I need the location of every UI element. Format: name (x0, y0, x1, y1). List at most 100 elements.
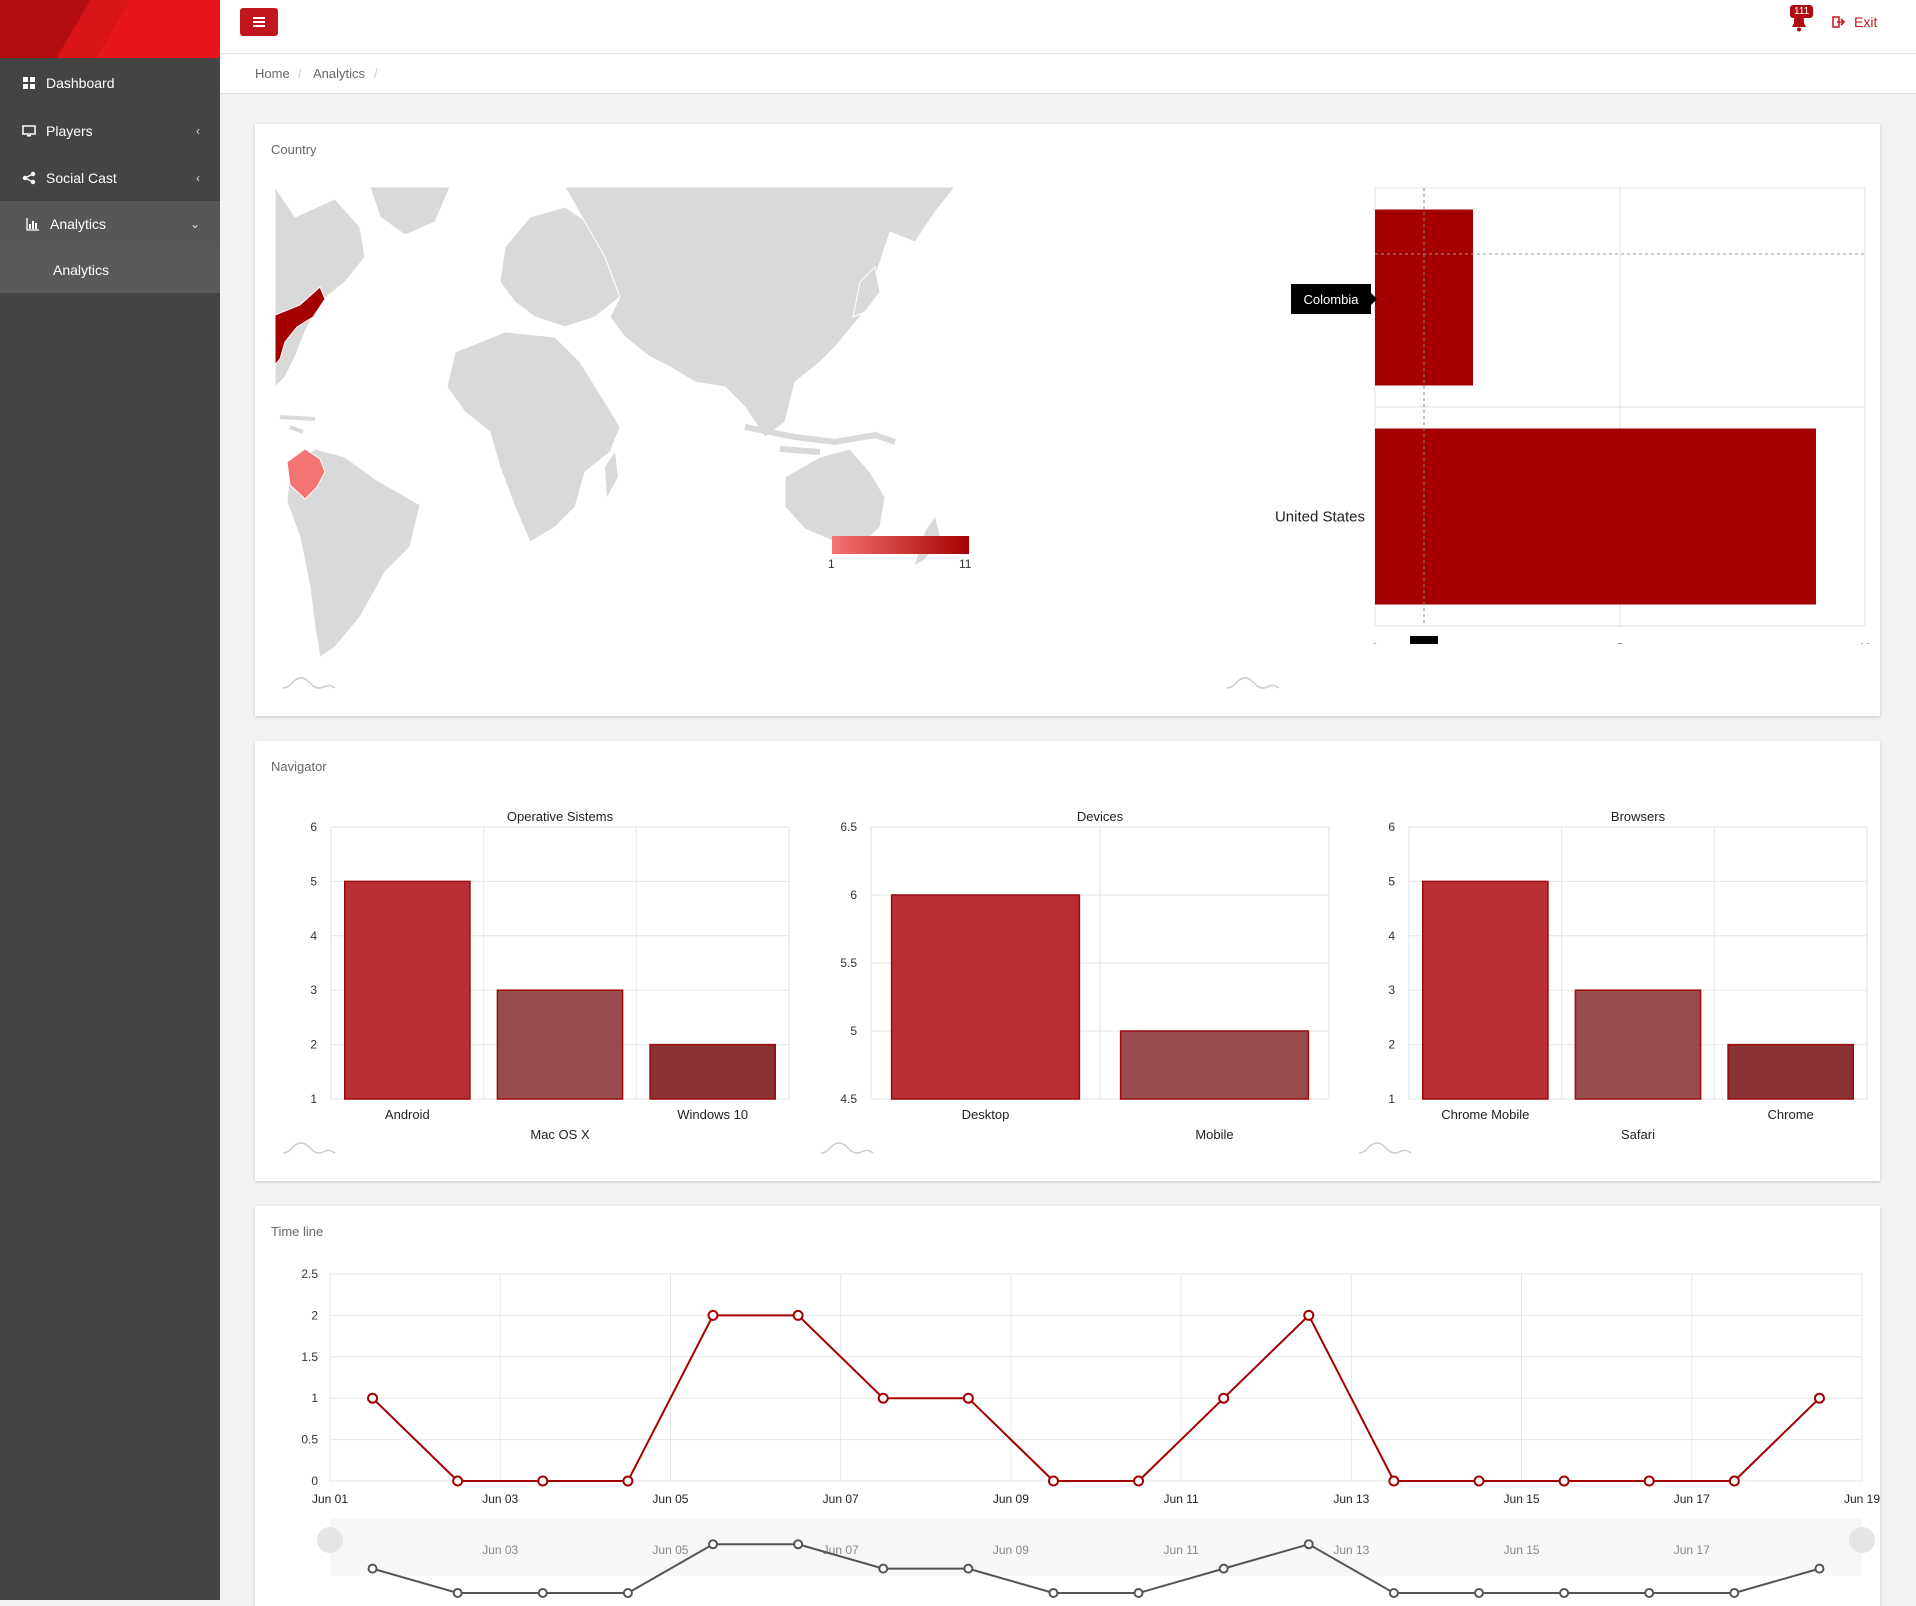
bar-mac-os-x (496, 989, 624, 1100)
sidebar-item-analytics[interactable]: Analytics ⌄ (0, 201, 220, 247)
bar-united-states (1375, 428, 1816, 605)
browsers-bar-chart[interactable]: Browsers 1 2 3 4 5 6 Chrome Mobile Safari Chrome (1353, 809, 1883, 1169)
tick-label: 4 (1388, 929, 1395, 943)
tick-label: 4 (310, 929, 317, 943)
country-panel: Country 1 11 United States Colombia (255, 124, 1880, 716)
exit-button[interactable]: Exit (1832, 14, 1877, 30)
data-point (707, 1309, 719, 1321)
chevron-down-icon: ⌄ (189, 217, 200, 231)
sidebar-item-dashboard[interactable]: Dashboard (0, 60, 220, 106)
data-point (1558, 1475, 1570, 1487)
data-point (792, 1309, 804, 1321)
category-label: Desktop (962, 1107, 1010, 1122)
tick-label: Jun 17 (1674, 1492, 1710, 1506)
navigator-point (1218, 1563, 1229, 1574)
data-point (962, 1392, 974, 1404)
bar-android (343, 880, 471, 1100)
tick-label: 2.5 (301, 1267, 318, 1281)
data-point (367, 1392, 379, 1404)
category-label: Windows 10 (677, 1107, 748, 1122)
legend-min-label: 1 (828, 557, 835, 571)
breadcrumb-home[interactable]: Home (255, 66, 290, 81)
tick-label: 1.5 (301, 1350, 318, 1364)
tick-label: 2 (1388, 1038, 1395, 1052)
navigator-tick-label: Jun 07 (823, 1543, 859, 1557)
sidebar-subitem-label: Analytics (53, 262, 110, 278)
navigator-point (452, 1588, 463, 1598)
category-label: Mobile (1195, 1127, 1233, 1142)
dashboard-icon (23, 77, 35, 89)
navigator-point (367, 1563, 378, 1574)
data-point (1728, 1475, 1740, 1487)
navigator-area (330, 1518, 1862, 1576)
tick-label: Jun 01 (312, 1492, 348, 1506)
data-point (877, 1392, 889, 1404)
share-icon (22, 171, 36, 185)
data-point (1473, 1475, 1485, 1487)
breadcrumb-separator: / (298, 66, 302, 81)
sidebar: Dashboard Players ‹ Social Cast ‹ Analyt… (0, 0, 220, 1600)
navigator-point (1729, 1588, 1740, 1598)
data-point (1218, 1392, 1230, 1404)
data-point (452, 1475, 464, 1487)
tick-label: 5 (850, 1024, 857, 1038)
data-point (1133, 1475, 1145, 1487)
breadcrumb-separator: / (374, 66, 378, 81)
tick-label: 5 (1617, 641, 1624, 644)
timeline-line-chart[interactable]: 0 0.5 1 1.5 2 2.5 Jun 01 Jun 03 Jun 05 Jun 07 Jun … (275, 1256, 1880, 1600)
tick-label: 3 (1388, 983, 1395, 997)
sidebar-item-social-cast[interactable]: Social Cast ‹ (0, 155, 220, 201)
navigator-point (793, 1539, 804, 1550)
data-point (1813, 1392, 1825, 1404)
chart-logo-icon (1226, 677, 1280, 689)
tick-label: Jun 19 (1844, 1492, 1880, 1506)
monitor-icon (22, 125, 36, 137)
tick-label: Jun 03 (482, 1492, 518, 1506)
tick-label: 4.5 (840, 1092, 857, 1106)
sidebar-subitem-analytics[interactable]: Analytics (0, 247, 220, 293)
tooltip-label: Colombia (1304, 292, 1360, 307)
category-label: Safari (1621, 1127, 1655, 1142)
tick-label: 2 (311, 1308, 318, 1322)
category-label: Chrome Mobile (1441, 1107, 1529, 1122)
bar-chart-icon (26, 218, 39, 231)
os-bar-chart[interactable]: Operative Sistems 1 2 3 4 5 6 Android Mac OS X Wi… (275, 809, 805, 1169)
navigator-tick-label: Jun 17 (1674, 1543, 1710, 1557)
sidebar-item-players[interactable]: Players ‹ (0, 108, 220, 154)
tick-label: 6 (850, 888, 857, 902)
navigator-panel: Navigator Operative Sistems 1 2 3 4 5 6 Android… (255, 741, 1880, 1181)
navigator-left-handle[interactable] (317, 1527, 343, 1553)
brand-logo[interactable] (0, 0, 220, 58)
navigator-point (1644, 1588, 1655, 1598)
data-point (622, 1475, 634, 1487)
devices-bar-chart[interactable]: Devices 4.5 5 5.5 6 6.5 Desktop Mobile (815, 809, 1345, 1169)
country-bar-chart[interactable]: United States 0 5 10 1 Colombia (1235, 174, 1875, 644)
menu-toggle-button[interactable] (240, 8, 278, 36)
navigator-tick-label: Jun 05 (652, 1543, 688, 1557)
breadcrumb-analytics[interactable]: Analytics (313, 66, 365, 81)
tick-label: 0 (311, 1474, 318, 1488)
sidebar-item-label: Analytics (50, 216, 107, 232)
category-label: Chrome (1768, 1107, 1814, 1122)
notification-badge: 111 (1790, 5, 1814, 18)
category-label: Mac OS X (530, 1127, 590, 1142)
tick-label: Jun 09 (993, 1492, 1029, 1506)
tick-label: 5 (310, 874, 317, 888)
navigator-point (1559, 1588, 1570, 1598)
bar-safari (1574, 989, 1702, 1100)
navigator-tick-label: Jun 15 (1504, 1543, 1540, 1557)
panel-title: Navigator (271, 759, 327, 774)
map-region-caribbean (279, 415, 316, 434)
navigator-tick-label: Jun 09 (993, 1543, 1029, 1557)
sidebar-item-label: Players (46, 123, 93, 139)
data-point (1643, 1475, 1655, 1487)
tick-label: 2 (310, 1038, 317, 1052)
tick-label: 3 (310, 983, 317, 997)
bar-chrome-mobile (1421, 880, 1549, 1100)
tick-label: Jun 11 (1164, 1492, 1199, 1506)
breadcrumb: Home / Analytics / (220, 54, 1916, 94)
world-map[interactable] (275, 187, 1105, 667)
navigator-right-handle[interactable] (1849, 1527, 1875, 1553)
panel-title: Time line (271, 1224, 324, 1239)
bar-chrome (1727, 1043, 1855, 1100)
